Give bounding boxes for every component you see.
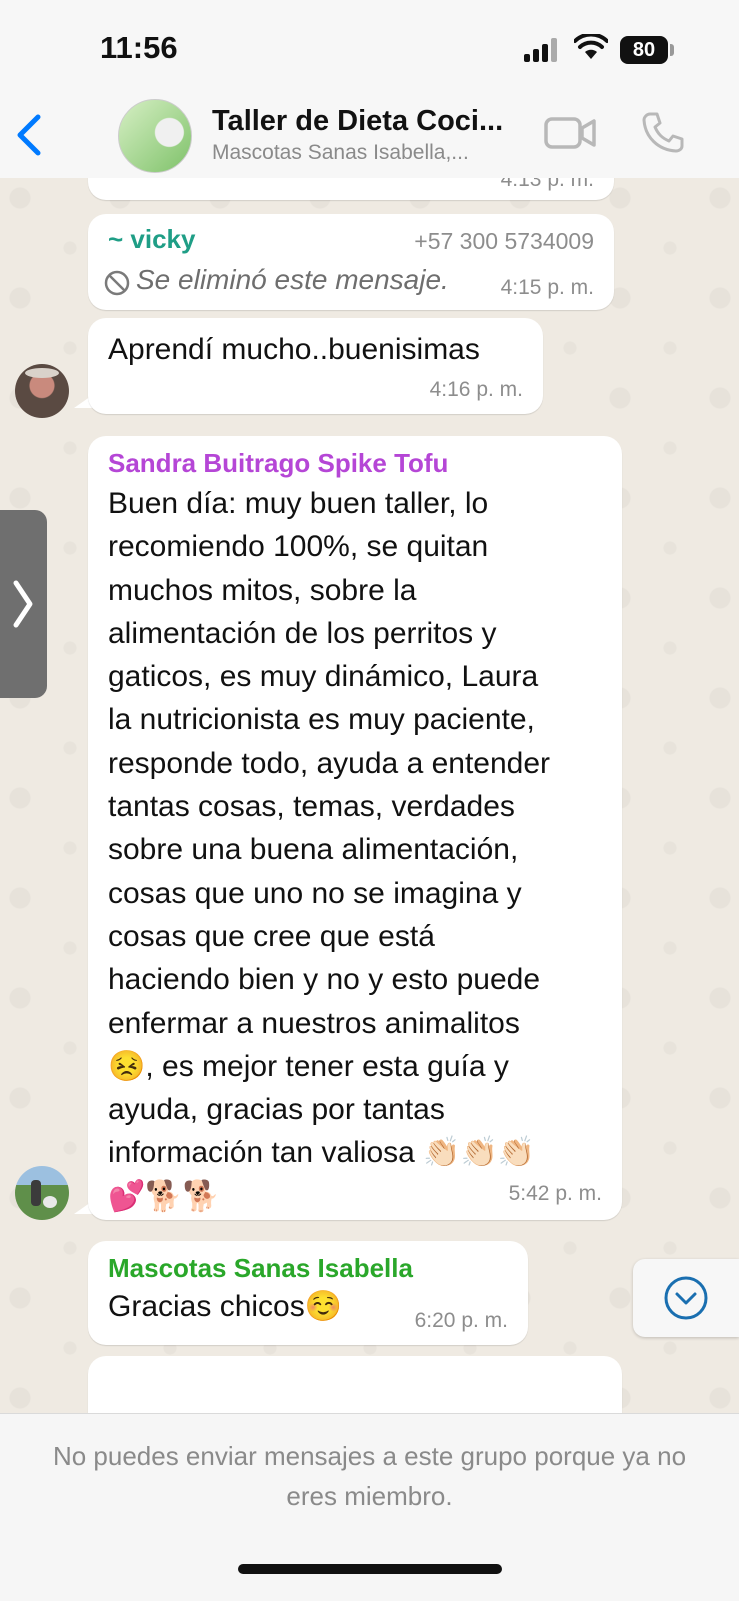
message-time: 4:15 p. m.	[500, 276, 594, 299]
message-time: 4:13 p. m.	[500, 178, 594, 191]
message-line: información tan valiosa 👏🏻👏🏻👏🏻	[108, 1136, 536, 1170]
side-panel-chevron-icon	[13, 580, 33, 628]
scroll-down-chevron-icon	[664, 1276, 708, 1320]
message-text: Aprendí mucho..buenisimas	[108, 333, 480, 366]
battery-icon: 80	[620, 36, 668, 64]
message-bubble[interactable]: 4:13 p. m.	[88, 178, 614, 200]
message-line: tantas cosas, temas, verdades	[108, 790, 515, 824]
deleted-message-icon	[104, 270, 130, 296]
chat-header: Taller de Dieta Coci... Mascotas Sanas I…	[0, 95, 739, 179]
message-bubble[interactable]: Mascotas Sanas Isabella Gracias chicos☺️…	[88, 1241, 528, 1345]
message-line: recomiendo 100%, se quitan	[108, 530, 489, 564]
chat-area[interactable]: 4:13 p. m. ~ vicky +57 300 5734009 Se el…	[0, 178, 739, 1413]
deleted-message-text: Se eliminó este mensaje.	[136, 264, 449, 295]
not-member-notice: No puedes enviar mensajes a este grupo p…	[52, 1441, 687, 1511]
cellular-signal-icon	[524, 38, 560, 62]
status-bar: 11:56 80	[0, 0, 739, 95]
message-time: 6:20 p. m.	[414, 1309, 508, 1332]
message-line: responde todo, ayuda a entender	[108, 746, 551, 780]
message-line: Buen día: muy buen taller, lo	[108, 487, 489, 520]
video-camera-icon[interactable]	[544, 115, 596, 151]
sender-name[interactable]: Sandra Buitrago Spike Tofu	[108, 448, 448, 479]
home-indicator[interactable]	[238, 1564, 502, 1574]
group-avatar[interactable]	[118, 99, 192, 173]
message-bubble[interactable]	[88, 1356, 622, 1413]
message-line: cosas que uno no se imagina y	[108, 876, 522, 910]
sender-phone: +57 300 5734009	[414, 228, 594, 254]
sender-name[interactable]: Mascotas Sanas Isabella	[108, 1253, 413, 1284]
message-text: Gracias chicos☺️	[108, 1290, 343, 1323]
message-text: Buen día: muy buen taller, lo recomiendo …	[108, 482, 550, 1218]
composer-disabled-bar: No puedes enviar mensajes a este grupo p…	[0, 1413, 739, 1601]
wifi-icon	[574, 34, 608, 59]
message-line: la nutricionista es muy paciente,	[108, 703, 535, 737]
group-subtitle[interactable]: Mascotas Sanas Isabella,...	[212, 141, 469, 165]
status-time: 11:56	[100, 30, 178, 65]
group-title[interactable]: Taller de Dieta Coci...	[212, 105, 503, 138]
scroll-down-button[interactable]	[633, 1259, 739, 1337]
avatar[interactable]	[15, 364, 69, 418]
battery-cap	[670, 44, 674, 56]
phone-icon[interactable]	[642, 111, 684, 153]
message-line: muchos mitos, sobre la	[108, 573, 417, 607]
message-line: 😣, es mejor tener esta guía y	[108, 1049, 509, 1083]
message-time: 4:16 p. m.	[429, 378, 523, 401]
message-bubble[interactable]: Sandra Buitrago Spike Tofu Buen día: muy…	[88, 436, 622, 1220]
message-line: alimentación de los perritos y	[108, 616, 497, 650]
message-time: 5:42 p. m.	[508, 1182, 602, 1205]
side-panel-handle[interactable]	[0, 510, 47, 698]
message-line: gaticos, es muy dinámico, Laura	[108, 660, 539, 694]
message-line: haciendo bien y no y esto puede	[108, 963, 540, 997]
avatar[interactable]	[15, 1166, 69, 1220]
sender-name[interactable]: ~ vicky	[108, 224, 195, 255]
message-line: 💕🐕🐕	[108, 1179, 221, 1213]
back-chevron-icon[interactable]	[14, 113, 44, 157]
message-line: enfermar a nuestros animalitos	[108, 1006, 520, 1040]
message-line: ayuda, gracias por tantas	[108, 1093, 445, 1127]
message-bubble[interactable]: ~ vicky +57 300 5734009 Se eliminó este …	[88, 214, 614, 310]
message-line: sobre una buena alimentación,	[108, 833, 519, 867]
message-line: cosas que cree que está	[108, 919, 435, 953]
message-bubble[interactable]: Aprendí mucho..buenisimas 4:16 p. m.	[88, 318, 543, 414]
